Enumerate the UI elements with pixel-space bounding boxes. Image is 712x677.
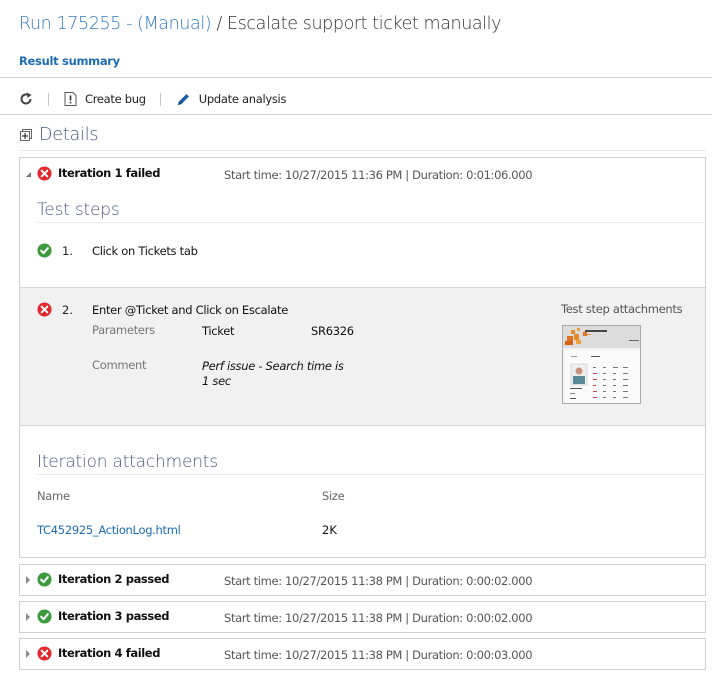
comment-text: Perf issue - Search time is 1 sec bbox=[202, 359, 344, 388]
create-bug-button[interactable]: Create bug bbox=[64, 92, 146, 106]
toolbar: Create bug Update analysis bbox=[18, 88, 286, 110]
iteration-attachments-divider bbox=[37, 474, 705, 475]
step-text: Click on Tickets tab bbox=[92, 244, 198, 258]
test-step-row[interactable]: 2. Enter @Ticket and Click on Escalate P… bbox=[20, 287, 705, 426]
attachment-thumbnail[interactable] bbox=[562, 325, 641, 404]
page-title: Run 175255 - (Manual) / Escalate support… bbox=[19, 14, 502, 34]
toolbar-separator bbox=[159, 92, 161, 106]
parameter-value: SR6326 bbox=[311, 324, 354, 338]
iteration-meta: Start time: 10/27/2015 11:36 PM | Durati… bbox=[224, 168, 533, 182]
expand-icon[interactable] bbox=[26, 576, 30, 584]
failed-icon bbox=[37, 166, 52, 181]
test-step-row[interactable]: 1. Click on Tickets tab bbox=[20, 236, 705, 266]
parameters-label: Parameters bbox=[92, 323, 155, 337]
iteration-header[interactable]: Iteration 1 failed Start time: 10/27/201… bbox=[20, 158, 705, 194]
attachment-size: 2K bbox=[322, 523, 337, 537]
iteration-meta: Start time: 10/27/2015 11:38 PM | Durati… bbox=[224, 574, 533, 588]
parameter-name: Ticket bbox=[202, 324, 235, 338]
expand-all-icon[interactable] bbox=[20, 129, 32, 141]
iteration-meta: Start time: 10/27/2015 11:38 PM | Durati… bbox=[224, 611, 533, 625]
passed-icon bbox=[37, 243, 52, 258]
column-header-size[interactable]: Size bbox=[322, 489, 345, 503]
iteration-attachments-title: Iteration attachments bbox=[37, 452, 218, 472]
expand-icon[interactable] bbox=[26, 650, 30, 658]
comment-label: Comment bbox=[92, 358, 147, 372]
attachment-link[interactable]: TC452925_ActionLog.html bbox=[37, 523, 181, 537]
details-header[interactable]: Details bbox=[20, 125, 98, 145]
details-title: Details bbox=[39, 125, 99, 145]
iteration-title: Iteration 2 passed bbox=[58, 572, 170, 586]
bug-report-icon bbox=[64, 92, 77, 106]
create-bug-label: Create bug bbox=[85, 92, 146, 106]
iteration-panel[interactable]: Iteration 2 passed Start time: 10/27/201… bbox=[19, 564, 706, 596]
test-steps-divider bbox=[37, 222, 705, 223]
collapse-icon[interactable] bbox=[26, 172, 31, 177]
refresh-icon[interactable] bbox=[18, 91, 34, 107]
header-divider bbox=[0, 77, 712, 78]
column-header-name[interactable]: Name bbox=[37, 489, 70, 503]
step-number: 2. bbox=[62, 303, 73, 317]
step-text: Enter @Ticket and Click on Escalate bbox=[92, 303, 288, 317]
toolbar-separator bbox=[48, 92, 49, 106]
passed-icon bbox=[37, 609, 52, 624]
iteration-meta: Start time: 10/27/2015 11:38 PM | Durati… bbox=[224, 648, 533, 662]
run-link[interactable]: Run 175255 - (Manual) bbox=[19, 14, 212, 34]
update-analysis-label: Update analysis bbox=[198, 92, 287, 106]
details-divider bbox=[19, 150, 706, 151]
iteration-title: Iteration 4 failed bbox=[58, 646, 161, 660]
iteration-panel[interactable]: Iteration 3 passed Start time: 10/27/201… bbox=[19, 601, 706, 633]
passed-icon bbox=[37, 572, 52, 587]
iteration-title: Iteration 1 failed bbox=[58, 166, 161, 180]
iteration-title: Iteration 3 passed bbox=[58, 609, 170, 623]
test-name: Escalate support ticket manually bbox=[227, 14, 502, 34]
test-steps-title: Test steps bbox=[37, 200, 120, 220]
test-step-attachments-label: Test step attachments bbox=[561, 302, 683, 316]
step-number: 1. bbox=[62, 244, 73, 258]
tab-result-summary[interactable]: Result summary bbox=[19, 54, 120, 68]
update-analysis-button[interactable]: Update analysis bbox=[176, 92, 286, 107]
toolbar-divider bbox=[0, 114, 712, 115]
iteration-panel: Iteration 1 failed Start time: 10/27/201… bbox=[19, 157, 706, 558]
failed-icon bbox=[37, 646, 52, 661]
failed-icon bbox=[37, 302, 52, 317]
iteration-panel[interactable]: Iteration 4 failed Start time: 10/27/201… bbox=[19, 638, 706, 670]
title-separator: / bbox=[211, 14, 228, 34]
pencil-icon bbox=[176, 92, 191, 107]
expand-icon[interactable] bbox=[26, 613, 30, 621]
